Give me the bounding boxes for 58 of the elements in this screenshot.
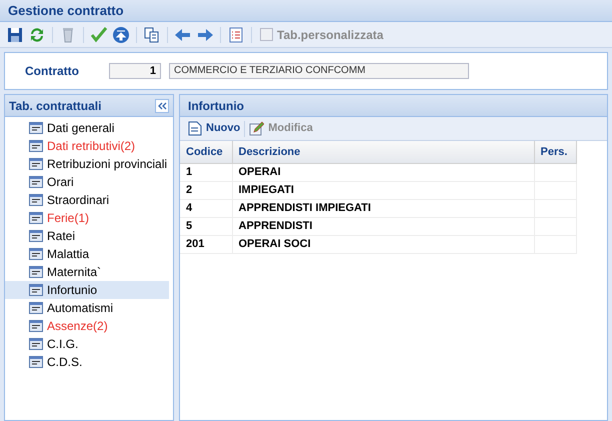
list-icon bbox=[29, 230, 43, 242]
table-cell: APPRENDISTI bbox=[232, 217, 534, 235]
table-cell bbox=[534, 163, 576, 181]
collapse-button[interactable] bbox=[155, 98, 169, 112]
contract-code-field[interactable]: 1 bbox=[109, 63, 161, 79]
tree-item[interactable]: Ratei bbox=[5, 227, 169, 245]
list-icon bbox=[29, 284, 43, 296]
table-cell: IMPIEGATI bbox=[232, 181, 534, 199]
table-cell: 5 bbox=[180, 217, 232, 235]
save-icon[interactable] bbox=[6, 26, 24, 44]
table-cell: OPERAI SOCI bbox=[232, 235, 534, 253]
tree-item[interactable]: Orari bbox=[5, 173, 169, 191]
tree-item[interactable]: Maternita` bbox=[5, 263, 169, 281]
list-icon bbox=[29, 320, 43, 332]
tree-item[interactable]: Dati retributivi(2) bbox=[5, 137, 169, 155]
sidebar-title: Tab. contrattuali bbox=[9, 98, 102, 114]
document-icon bbox=[188, 121, 202, 136]
table-cell: 1 bbox=[180, 163, 232, 181]
panel-title: Infortunio bbox=[188, 98, 244, 114]
contract-description-field[interactable]: COMMERCIO E TERZIARIO CONFCOMM bbox=[169, 63, 469, 79]
toolbar-button[interactable]: Nuovo bbox=[188, 120, 240, 137]
table-cell: OPERAI bbox=[232, 163, 534, 181]
tree-item[interactable]: Straordinari bbox=[5, 191, 169, 209]
copy-icon[interactable] bbox=[143, 26, 161, 44]
list-icon bbox=[29, 338, 43, 350]
tree-item[interactable]: Dati generali bbox=[5, 119, 169, 137]
tree-item[interactable]: Retribuzioni provinciali bbox=[5, 155, 169, 173]
list-icon bbox=[29, 212, 43, 224]
tree-item[interactable]: Malattia bbox=[5, 245, 169, 263]
list-icon bbox=[29, 356, 43, 368]
list-icon bbox=[29, 194, 43, 206]
contract-label: Contratto bbox=[24, 63, 80, 80]
column-header[interactable]: Pers. bbox=[534, 141, 576, 163]
table-cell: 2 bbox=[180, 181, 232, 199]
tree-item[interactable]: Automatismi bbox=[5, 299, 169, 317]
tree-item[interactable]: Ferie(1) bbox=[5, 209, 169, 227]
upload-icon[interactable] bbox=[112, 26, 130, 44]
tree-item[interactable]: Assenze(2) bbox=[5, 317, 169, 335]
pencil-icon bbox=[249, 121, 264, 136]
window-title: Gestione contratto bbox=[0, 0, 612, 22]
list-icon[interactable] bbox=[227, 26, 245, 44]
tree-item[interactable]: C.D.S. bbox=[5, 353, 169, 371]
list-icon bbox=[29, 176, 43, 188]
list-icon bbox=[29, 158, 43, 170]
double-chevron-icon bbox=[158, 102, 166, 110]
list-icon bbox=[29, 140, 43, 152]
list-icon bbox=[29, 266, 43, 278]
tree-item[interactable]: Infortunio bbox=[5, 281, 169, 299]
table-cell: APPRENDISTI IMPIEGATI bbox=[232, 199, 534, 217]
list-icon bbox=[29, 302, 43, 314]
tree-item[interactable]: C.I.G. bbox=[5, 335, 169, 353]
column-header[interactable]: Codice bbox=[180, 141, 232, 163]
list-icon bbox=[29, 122, 43, 134]
table-cell: 4 bbox=[180, 199, 232, 217]
table-cell: 201 bbox=[180, 235, 232, 253]
checkmark-icon[interactable] bbox=[90, 26, 108, 44]
list-icon bbox=[29, 248, 43, 260]
column-header[interactable]: Descrizione bbox=[232, 141, 534, 163]
